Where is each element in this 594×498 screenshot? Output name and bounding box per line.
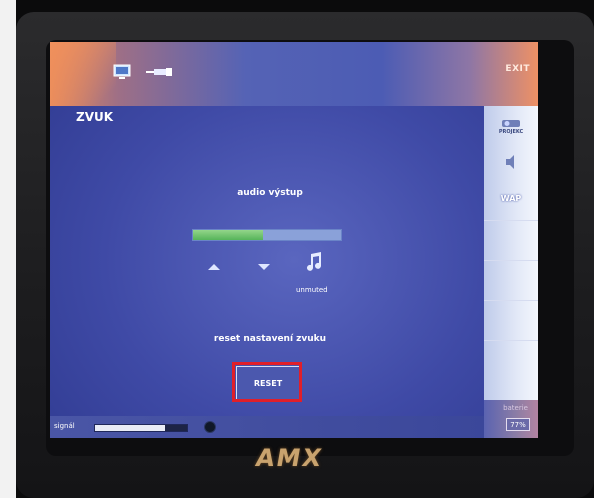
sidebar-item-speaker[interactable] (484, 144, 538, 180)
sidebar-item-projector[interactable]: PROJEKC (484, 108, 538, 144)
speaker-icon (506, 155, 514, 169)
page-title: ZVUK (76, 110, 114, 124)
wap-label: WAP (500, 193, 522, 203)
battery-panel: baterie 77% (484, 400, 538, 438)
sidebar: PROJEKC WAP (484, 106, 538, 400)
music-note-icon[interactable] (304, 252, 324, 274)
projector-icon (502, 120, 520, 127)
sidebar-item-empty-4[interactable] (484, 340, 538, 377)
cable-icon[interactable] (146, 66, 174, 78)
monitor-icon[interactable] (112, 64, 132, 80)
volume-down-icon[interactable] (258, 264, 270, 270)
battery-label: baterie (503, 404, 528, 412)
sidebar-item-empty-1[interactable] (484, 220, 538, 257)
sidebar-item-empty-2[interactable] (484, 260, 538, 297)
top-bar: EXIT (50, 42, 538, 106)
exit-button[interactable]: EXIT (505, 64, 530, 74)
reset-label: reset nastavení zvuku (213, 334, 327, 344)
reset-button[interactable]: RESET (236, 366, 300, 400)
volume-up-icon[interactable] (208, 264, 220, 270)
battery-value: 77% (506, 418, 530, 431)
audio-output-label: audio výstup (237, 188, 303, 198)
audio-level-bar[interactable] (192, 229, 342, 241)
mute-status: unmuted (296, 286, 328, 294)
sidebar-item-wap[interactable]: WAP (484, 180, 538, 216)
audio-level-fill (193, 230, 263, 240)
touch-screen: EXIT ZVUK PROJEKC WAP audio výstup unmut… (50, 42, 538, 438)
signal-meter-fill (95, 425, 165, 431)
signal-label: signál (54, 422, 75, 430)
photo-frame: EXIT ZVUK PROJEKC WAP audio výstup unmut… (0, 0, 594, 498)
amx-logo: AMX (253, 444, 326, 472)
sidebar-item-empty-3[interactable] (484, 300, 538, 337)
status-bar: signál (50, 416, 484, 438)
left-strip (0, 0, 16, 498)
signal-meter (94, 424, 188, 432)
signal-indicator-icon (204, 421, 216, 433)
top-left-gradient (50, 42, 116, 106)
sidebar-item-label: PROJEKC (498, 129, 524, 135)
